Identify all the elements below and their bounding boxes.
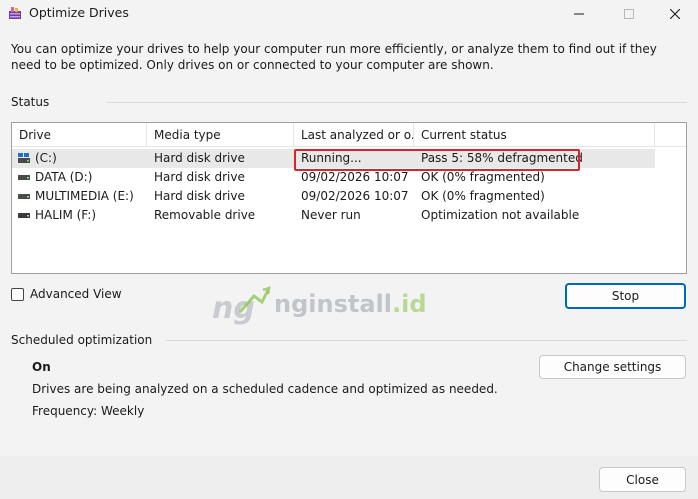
watermark-suffix: .id bbox=[391, 290, 427, 318]
column-header-drive[interactable]: Drive bbox=[12, 123, 147, 147]
status-highlight-box bbox=[294, 149, 580, 171]
intro-text: You can optimize your drives to help you… bbox=[11, 42, 657, 72]
close-button[interactable]: Close bbox=[599, 467, 686, 492]
hard-drive-icon bbox=[18, 194, 30, 199]
advanced-view-checkbox-box[interactable] bbox=[11, 287, 24, 301]
status-divider bbox=[107, 102, 687, 103]
current-status: OK (0% fragmented) bbox=[421, 189, 545, 203]
watermark-text: nginstall.id bbox=[274, 290, 427, 318]
drive-list[interactable]: Drive Media type Last analyzed or o... C… bbox=[11, 122, 687, 274]
maximize-button[interactable] bbox=[606, 0, 652, 28]
watermark-ng-icon: ng bbox=[212, 286, 271, 326]
status-section-label: Status bbox=[11, 95, 50, 109]
media-type: Hard disk drive bbox=[154, 189, 245, 203]
svg-text:ng: ng bbox=[212, 291, 255, 326]
column-header-current-status[interactable]: Current status bbox=[414, 123, 655, 147]
dialog-footer bbox=[0, 456, 698, 499]
scheduled-section-label: Scheduled optimization bbox=[11, 333, 153, 347]
close-icon bbox=[670, 9, 680, 19]
drive-row-f[interactable]: HALIM (F:) Removable drive Never run Opt… bbox=[12, 206, 686, 225]
optimize-drives-app-icon bbox=[9, 7, 21, 19]
last-analyzed: 09/02/2026 10:07 bbox=[301, 189, 409, 203]
maximize-icon bbox=[624, 9, 634, 19]
column-header-last-analyzed[interactable]: Last analyzed or o... bbox=[294, 123, 414, 147]
system-drive-icon bbox=[18, 153, 30, 163]
column-header-media-type[interactable]: Media type bbox=[147, 123, 294, 147]
close-window-button[interactable] bbox=[652, 0, 698, 28]
minimize-icon bbox=[574, 13, 584, 15]
title-bar: Optimize Drives bbox=[0, 0, 698, 28]
hard-drive-icon bbox=[18, 175, 30, 180]
watermark-prefix: nginstall bbox=[274, 290, 392, 318]
advanced-view-checkbox[interactable]: Advanced View bbox=[11, 286, 122, 302]
scheduled-divider bbox=[166, 340, 687, 341]
media-type: Removable drive bbox=[154, 208, 256, 222]
schedule-state: On bbox=[32, 360, 51, 374]
watermark-logo: ng nginstall.id bbox=[210, 282, 440, 328]
drive-name: MULTIMEDIA (E:) bbox=[35, 189, 134, 203]
stop-button[interactable]: Stop bbox=[565, 283, 686, 309]
change-settings-button[interactable]: Change settings bbox=[539, 355, 686, 379]
advanced-view-label[interactable]: Advanced View bbox=[30, 287, 122, 301]
current-status: Optimization not available bbox=[421, 208, 580, 222]
minimize-button[interactable] bbox=[556, 0, 602, 28]
last-analyzed: Never run bbox=[301, 208, 361, 222]
drive-name: HALIM (F:) bbox=[35, 208, 97, 222]
media-type: Hard disk drive bbox=[154, 151, 245, 165]
drive-name: DATA (D:) bbox=[35, 170, 93, 184]
drive-row-e[interactable]: MULTIMEDIA (E:) Hard disk drive 09/02/20… bbox=[12, 187, 686, 206]
drive-list-header: Drive Media type Last analyzed or o... C… bbox=[12, 123, 686, 147]
media-type: Hard disk drive bbox=[154, 170, 245, 184]
schedule-description: Drives are being analyzed on a scheduled… bbox=[32, 382, 498, 396]
window-title: Optimize Drives bbox=[29, 5, 129, 20]
schedule-frequency: Frequency: Weekly bbox=[32, 404, 145, 418]
drive-name: (C:) bbox=[35, 151, 57, 165]
removable-drive-icon bbox=[18, 213, 30, 218]
